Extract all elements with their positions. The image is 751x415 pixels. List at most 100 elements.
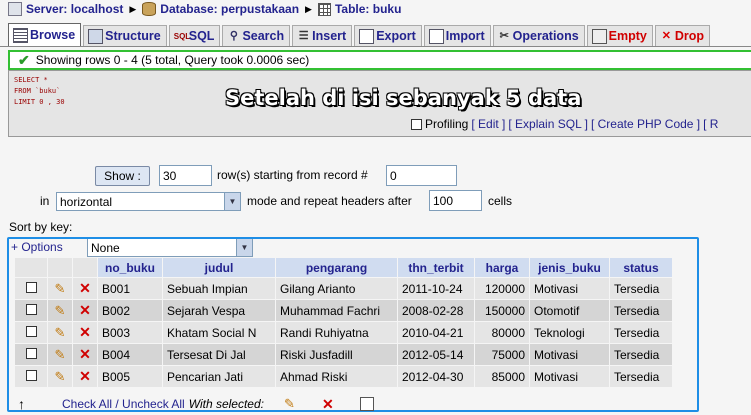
- create-php-code-link[interactable]: [ Create PHP Code ]: [591, 117, 700, 131]
- pencil-icon[interactable]: ✎: [53, 303, 67, 318]
- display-mode-select[interactable]: horizontal ▼: [56, 192, 241, 211]
- start-record-input[interactable]: 0: [386, 165, 457, 186]
- tab-structure[interactable]: Structure: [83, 25, 167, 46]
- row-checkbox[interactable]: [25, 281, 37, 293]
- breadcrumb-separator: ▶: [305, 3, 312, 14]
- empty-icon: [591, 28, 607, 44]
- explain-sql-link[interactable]: [ Explain SQL ]: [508, 117, 588, 131]
- structure-icon: [88, 28, 104, 44]
- tab-export[interactable]: Export: [354, 25, 422, 46]
- row-edit-cell: ✎: [48, 322, 72, 343]
- results-table: no_buku judul pengarang thn_terbit harga…: [14, 257, 673, 388]
- cell-no-buku: B003: [98, 322, 162, 343]
- delete-x-icon[interactable]: ✕: [78, 325, 92, 339]
- delete-x-icon[interactable]: ✕: [78, 303, 92, 317]
- rows-label: row(s) starting from record #: [217, 168, 368, 182]
- cell-status: Tersedia: [610, 366, 672, 387]
- tab-drop[interactable]: ✕ Drop: [654, 25, 711, 46]
- insert-icon: ☰: [298, 29, 309, 42]
- pencil-icon[interactable]: ✎: [284, 397, 298, 411]
- tab-operations[interactable]: ✂ Operations: [492, 25, 585, 46]
- column-header-jenis-buku[interactable]: jenis_buku: [530, 258, 609, 277]
- column-header-thn-terbit[interactable]: thn_terbit: [398, 258, 474, 277]
- drop-icon: ✕: [661, 29, 671, 42]
- cell-thn-terbit: 2010-04-21: [398, 322, 474, 343]
- breadcrumb-table[interactable]: Table: buku: [335, 2, 401, 16]
- repeat-headers-input[interactable]: 100: [429, 190, 482, 211]
- column-header-judul[interactable]: judul: [163, 258, 275, 277]
- table-row: ✎ ✕ B001 Sebuah Impian Gilang Arianto 20…: [15, 278, 672, 299]
- row-select-cell: [15, 322, 47, 343]
- pencil-icon[interactable]: ✎: [53, 369, 67, 384]
- delete-x-icon[interactable]: ✕: [78, 281, 92, 295]
- column-header-status[interactable]: status: [610, 258, 672, 277]
- cell-judul: Khatam Social N: [163, 322, 275, 343]
- tab-label: Export: [376, 29, 416, 43]
- delete-x-icon[interactable]: ✕: [322, 397, 336, 411]
- column-header-no-buku[interactable]: no_buku: [98, 258, 162, 277]
- with-selected-label: With selected:: [188, 397, 264, 411]
- tab-insert[interactable]: ☰ Insert: [292, 25, 353, 46]
- row-checkbox[interactable]: [25, 347, 37, 359]
- delete-x-icon[interactable]: ✕: [78, 369, 92, 383]
- operations-icon: ✂: [499, 29, 509, 42]
- tab-import[interactable]: Import: [423, 25, 491, 46]
- sql-query-text: SELECT * FROM `buku` LIMIT 0 , 30: [14, 75, 65, 108]
- row-checkbox[interactable]: [25, 303, 37, 315]
- breadcrumb-server[interactable]: Server: localhost: [26, 2, 123, 16]
- cell-harga: 80000: [475, 322, 529, 343]
- tab-sql[interactable]: SQL SQL: [168, 25, 221, 46]
- export-icon[interactable]: [359, 397, 374, 411]
- tab-search[interactable]: ⚲ Search: [222, 25, 291, 46]
- cell-status: Tersedia: [610, 300, 672, 321]
- table-row: ✎ ✕ B004 Tersesat Di Jal Riski Jusfadill…: [15, 344, 672, 365]
- cell-thn-terbit: 2008-02-28: [398, 300, 474, 321]
- row-checkbox[interactable]: [25, 369, 37, 381]
- profiling-label: Profiling: [425, 117, 469, 131]
- rows-input[interactable]: 30: [159, 165, 212, 186]
- row-edit-cell: ✎: [48, 366, 72, 387]
- cell-thn-terbit: 2012-04-30: [398, 366, 474, 387]
- tab-label: SQL: [188, 29, 215, 43]
- cell-jenis-buku: Motivasi: [530, 344, 609, 365]
- pencil-icon[interactable]: ✎: [53, 347, 67, 362]
- breadcrumb-database[interactable]: Database: perpustakaan: [160, 2, 299, 16]
- tab-label: Structure: [105, 29, 161, 43]
- table-icon: [317, 2, 331, 16]
- row-edit-cell: ✎: [48, 300, 72, 321]
- profiling-checkbox[interactable]: [411, 118, 422, 130]
- tab-label: Search: [242, 29, 285, 43]
- row-delete-cell: ✕: [73, 344, 97, 365]
- tab-label: Browse: [30, 28, 76, 42]
- in-label: in: [40, 194, 50, 208]
- row-select-cell: [15, 300, 47, 321]
- refresh-link[interactable]: [ R: [703, 117, 718, 131]
- tab-browse[interactable]: Browse: [8, 23, 82, 46]
- edit-link[interactable]: [ Edit ]: [471, 117, 505, 131]
- check-all-link[interactable]: Check All / Uncheck All: [62, 397, 185, 411]
- cell-pengarang: Randi Ruhiyatna: [276, 322, 397, 343]
- tab-divider: [0, 46, 751, 47]
- sort-label: Sort by key:: [9, 220, 73, 234]
- cell-pengarang: Muhammad Fachri: [276, 300, 397, 321]
- pencil-icon[interactable]: ✎: [53, 281, 67, 296]
- cell-no-buku: B002: [98, 300, 162, 321]
- column-header-harga[interactable]: harga: [475, 258, 529, 277]
- tab-empty[interactable]: Empty: [586, 25, 653, 46]
- cell-jenis-buku: Motivasi: [530, 278, 609, 299]
- cell-no-buku: B004: [98, 344, 162, 365]
- show-button[interactable]: Show :: [95, 166, 150, 186]
- row-delete-cell: ✕: [73, 278, 97, 299]
- header-edit-cell: [48, 258, 72, 277]
- query-success-notice: ✔ Showing rows 0 - 4 (5 total, Query too…: [8, 50, 751, 70]
- breadcrumb-separator: ▶: [129, 3, 137, 14]
- row-checkbox[interactable]: [25, 325, 37, 337]
- options-link[interactable]: + Options: [11, 240, 63, 254]
- column-header-pengarang[interactable]: pengarang: [276, 258, 397, 277]
- delete-x-icon[interactable]: ✕: [78, 347, 92, 361]
- pencil-icon[interactable]: ✎: [53, 325, 67, 340]
- table-header-row: no_buku judul pengarang thn_terbit harga…: [15, 258, 672, 277]
- table-row: ✎ ✕ B003 Khatam Social N Randi Ruhiyatna…: [15, 322, 672, 343]
- import-icon: [428, 28, 444, 44]
- cell-judul: Sejarah Vespa: [163, 300, 275, 321]
